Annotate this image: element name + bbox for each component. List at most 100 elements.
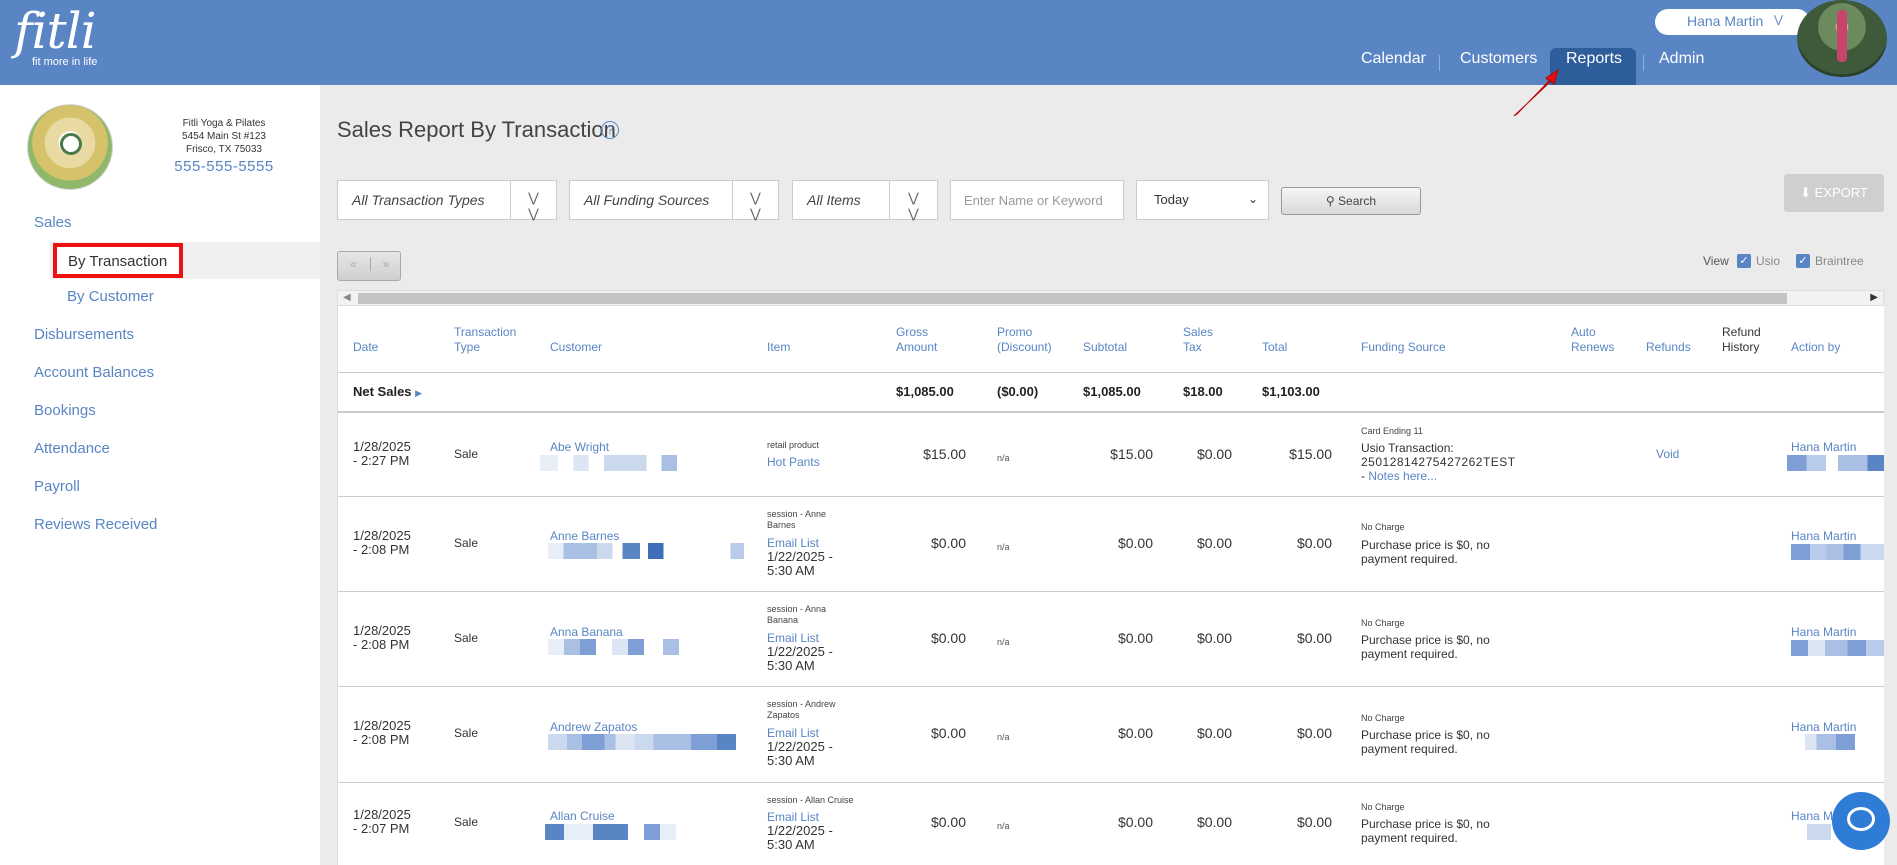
- col-header-gross-amount[interactable]: Gross Amount: [896, 325, 937, 355]
- row4-action-by-link[interactable]: Hana Martin: [1791, 720, 1856, 734]
- transaction-types-filter[interactable]: All Transaction Types ⋁ ⋁: [337, 180, 557, 221]
- sidebar-item-payroll[interactable]: Payroll: [34, 478, 80, 495]
- date-line: 1/28/2025: [353, 807, 411, 822]
- view-option-braintree: Braintree: [1815, 254, 1864, 268]
- row5-date: 1/28/2025- 2:07 PM: [353, 808, 411, 836]
- col-header-date[interactable]: Date: [353, 340, 378, 355]
- sidebar-item-disbursements[interactable]: Disbursements: [34, 326, 134, 343]
- header-line: Auto: [1571, 325, 1596, 339]
- row2-action-by-link[interactable]: Hana Martin: [1791, 529, 1856, 543]
- item-time-line: 5:30 AM: [767, 563, 815, 578]
- row5-customer-link[interactable]: Allan Cruise: [550, 809, 615, 823]
- help-icon[interactable]: ?: [601, 121, 619, 139]
- horizontal-scrollbar[interactable]: ◀ ▶: [337, 290, 1884, 306]
- scrollbar-thumb[interactable]: [358, 293, 1787, 304]
- net-sales-label[interactable]: Net Sales ▶: [353, 384, 422, 399]
- sidebar-item-by-customer[interactable]: By Customer: [67, 288, 154, 305]
- scroll-right-icon[interactable]: ▶: [1870, 292, 1878, 303]
- lotus-icon: [60, 133, 82, 155]
- search-button[interactable]: ⚲ Search: [1281, 187, 1421, 215]
- col-header-refunds[interactable]: Refunds: [1646, 340, 1691, 355]
- chevron-down-icon: ⌄: [1247, 192, 1258, 206]
- row3-gross: $0.00: [930, 630, 966, 646]
- row5-total: $0.00: [1296, 814, 1332, 830]
- item-time-line: 5:30 AM: [767, 658, 815, 673]
- row3-item-date: 1/22/2025 -5:30 AM: [767, 645, 833, 673]
- row2-customer-link[interactable]: Anne Barnes: [550, 529, 619, 543]
- row2-item-link[interactable]: Email List: [767, 536, 819, 550]
- row2-funding-line2: payment required.: [1361, 552, 1458, 566]
- row5-item-link[interactable]: Email List: [767, 810, 819, 824]
- sidebar-item-reviews-received[interactable]: Reviews Received: [34, 516, 157, 533]
- sidebar-item-bookings[interactable]: Bookings: [34, 402, 96, 419]
- sidebar-item-account-balances[interactable]: Account Balances: [34, 364, 154, 381]
- redacted-contact: [548, 543, 744, 559]
- row4-promo: n/a: [997, 732, 1010, 742]
- row1-funding-line1: Usio Transaction:: [1361, 441, 1454, 455]
- row4-customer-link[interactable]: Andrew Zapatos: [550, 720, 637, 734]
- col-header-funding-source[interactable]: Funding Source: [1361, 340, 1446, 355]
- items-filter[interactable]: All Items ⋁ ⋁: [792, 180, 938, 221]
- row2-gross: $0.00: [930, 535, 966, 551]
- row1-customer-link[interactable]: Abe Wright: [550, 440, 609, 454]
- keyword-search-input[interactable]: [950, 180, 1124, 220]
- row1-action-by-link[interactable]: Hana Martin: [1791, 440, 1856, 454]
- col-header-sales-tax[interactable]: Sales Tax: [1183, 325, 1213, 355]
- nav-calendar[interactable]: Calendar: [1361, 50, 1426, 68]
- col-header-action-by[interactable]: Action by: [1791, 340, 1840, 355]
- funding-sources-filter[interactable]: All Funding Sources ⋁ ⋁: [569, 180, 779, 221]
- col-header-promo[interactable]: Promo (Discount): [997, 325, 1052, 355]
- item-type-line: session - Anna: [767, 604, 827, 614]
- nav-admin[interactable]: Admin: [1659, 50, 1704, 68]
- nav-separator: [1643, 55, 1644, 71]
- checkbox-usio[interactable]: ✓: [1737, 254, 1751, 268]
- pager-next-button[interactable]: »: [370, 257, 401, 271]
- col-header-auto-renews[interactable]: Auto Renews: [1571, 325, 1614, 355]
- export-button[interactable]: ⬇ EXPORT: [1784, 174, 1884, 212]
- row2-type: Sale: [454, 536, 479, 550]
- chat-support-button[interactable]: [1832, 792, 1890, 850]
- user-name: Hana Martin: [1687, 13, 1764, 29]
- row4-item-link[interactable]: Email List: [767, 726, 819, 740]
- row1-void-link[interactable]: Void: [1656, 447, 1679, 461]
- col-header-transaction-type[interactable]: Transaction Type: [454, 325, 516, 355]
- row1-item-link[interactable]: Hot Pants: [767, 455, 820, 469]
- chat-bubble-icon: [1847, 807, 1875, 831]
- redacted-contact: [1791, 640, 1884, 656]
- col-header-item[interactable]: Item: [767, 340, 790, 355]
- sidebar-item-sales[interactable]: Sales: [34, 214, 72, 231]
- row3-item-link[interactable]: Email List: [767, 631, 819, 645]
- redacted-contact: [1791, 544, 1884, 560]
- sales-table: Date Transaction Type Customer Item Gross…: [337, 306, 1884, 865]
- row5-subtotal: $0.00: [1117, 814, 1153, 830]
- checkbox-braintree[interactable]: ✓: [1796, 254, 1810, 268]
- scroll-left-icon[interactable]: ◀: [343, 292, 351, 303]
- col-header-total[interactable]: Total: [1262, 340, 1287, 355]
- col-header-customer[interactable]: Customer: [550, 340, 602, 355]
- nav-reports[interactable]: Reports: [1566, 50, 1622, 68]
- row5-funding-line2: payment required.: [1361, 831, 1458, 845]
- studio-address-line-2: Frisco, TX 75033: [186, 144, 262, 155]
- row4-subtotal: $0.00: [1117, 725, 1153, 741]
- studio-phone[interactable]: 555-555-5555: [150, 158, 298, 175]
- user-avatar[interactable]: [1797, 0, 1887, 77]
- sidebar-item-by-transaction[interactable]: By Transaction: [53, 243, 183, 278]
- row4-funding-type: No Charge: [1361, 713, 1405, 723]
- row3-action-by-link[interactable]: Hana Martin: [1791, 625, 1856, 639]
- date-line: 1/28/2025: [353, 528, 411, 543]
- pager-prev-button[interactable]: «: [338, 257, 369, 271]
- row3-customer-link[interactable]: Anna Banana: [550, 625, 623, 639]
- row2-tax: $0.00: [1196, 535, 1232, 551]
- header-line: (Discount): [997, 340, 1052, 354]
- sidebar-item-attendance[interactable]: Attendance: [34, 440, 110, 457]
- col-header-subtotal[interactable]: Subtotal: [1083, 340, 1127, 355]
- net-promo: ($0.00): [997, 384, 1039, 399]
- row5-item-date: 1/22/2025 -5:30 AM: [767, 824, 833, 852]
- net-tax: $18.00: [1183, 384, 1223, 399]
- row1-notes-link[interactable]: Notes here...: [1368, 469, 1437, 483]
- row4-type: Sale: [454, 726, 479, 740]
- date-range-select[interactable]: Today ⌄: [1136, 180, 1269, 220]
- fitli-logo[interactable]: fitli fit more in life: [14, 4, 97, 68]
- row-divider: [338, 496, 1884, 497]
- user-menu[interactable]: Hana Martin ⋁: [1655, 9, 1810, 35]
